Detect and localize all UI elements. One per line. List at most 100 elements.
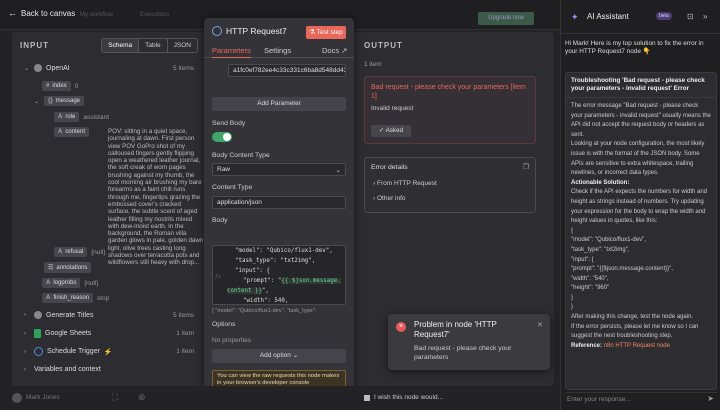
code-line: "prompt": "{{ $json.message. (243, 278, 341, 284)
view-tabs: Schema Table JSON (101, 38, 198, 53)
item-count: 1 item (176, 330, 194, 337)
tab-parameters[interactable]: Parameters (212, 46, 251, 58)
variables-label: Variables and context (34, 366, 101, 373)
workflow-name: My workflow (80, 12, 114, 18)
beta-badge: beta (656, 12, 672, 20)
assistant-title: AI Assistant (587, 12, 629, 21)
close-icon[interactable]: ✕ (537, 321, 543, 329)
field-finish-reason[interactable]: Afinish_reason stop (42, 293, 109, 303)
input-panel: INPUT Schema Table JSON ⌄ OpenAI 5 items… (12, 32, 204, 386)
chevron-right-icon: › (373, 195, 376, 202)
chevron-right-icon: › (24, 312, 26, 318)
content-type-label: Content Type (212, 184, 253, 191)
field-annotations[interactable]: ☰ annotations (44, 262, 92, 273)
tab-schema[interactable]: Schema (102, 39, 140, 52)
send-body-toggle[interactable] (212, 132, 232, 142)
no-properties-text: No properties (212, 337, 252, 344)
error-title: Bad request - please check your paramete… (371, 84, 526, 100)
field-message[interactable]: ⌄ {} message (34, 96, 85, 106)
body-editor[interactable]: ƒx "model": "Qubico/flux1-dev", "task_ty… (212, 245, 346, 305)
output-title: OUTPUT (364, 41, 403, 50)
details-row-label: Other info (376, 195, 406, 202)
ai-assistant-panel: ✦ AI Assistant beta ⊡ » Hi Mark! Here is… (560, 0, 720, 410)
clock-icon (34, 347, 43, 356)
add-parameter-button[interactable]: Add Parameter (212, 97, 346, 111)
field-key: content (65, 129, 86, 135)
body-preview: { "model": "Qubico/flux1-dev", "task_typ… (212, 308, 317, 314)
check-icon: ✓ (378, 127, 385, 134)
error-icon: × (396, 322, 406, 332)
details-row-other-info[interactable]: › Other info (373, 195, 406, 202)
zoom-in-icon[interactable]: ⊕ (138, 392, 146, 403)
arrow-left-icon: ← (8, 8, 17, 18)
lightning-icon: ⚡ (103, 348, 113, 356)
solution-label: Actionable Solution: (571, 179, 630, 186)
node-label: Schedule Trigger (47, 348, 100, 355)
body-content-type-select[interactable]: Raw ⌄ (212, 163, 346, 176)
output-item-count: 1 item (364, 61, 382, 68)
field-key: logprobs (53, 280, 77, 286)
node-row-openai[interactable]: ⌄ OpenAI (24, 64, 70, 72)
solution-card: Troubleshooting 'Bad request - please ch… (565, 72, 717, 390)
object-type-icon: {} (48, 98, 53, 104)
field-content[interactable]: Acontent (54, 127, 90, 137)
node-row-generate-titles[interactable]: › Generate Titles (24, 311, 93, 319)
send-icon[interactable]: ➤ (707, 394, 714, 403)
field-refusal[interactable]: Arefusal [null] (54, 247, 105, 257)
add-option-button[interactable]: Add option ⌄ (212, 349, 346, 363)
options-label: Options (212, 321, 236, 328)
assistant-input[interactable]: Enter your response... (565, 392, 717, 406)
tab-json[interactable]: JSON (168, 39, 197, 52)
content-value: POV: sitting in a quiet space, journalin… (108, 128, 204, 267)
upgrade-button[interactable]: Upgrade now (478, 12, 534, 25)
toast-title: Problem in node 'HTTP Request7' (414, 320, 497, 339)
asked-button[interactable]: ✓ Asked (371, 125, 411, 137)
copy-icon[interactable]: ❐ (523, 163, 529, 171)
openai-icon (34, 311, 42, 319)
field-key: message (55, 98, 81, 104)
settings-tabs: Parameters Settings Docs ↗ (204, 44, 354, 58)
details-row-from-http[interactable]: › From HTTP Request (373, 180, 437, 187)
chevron-down-icon: ⌄ (335, 167, 341, 174)
back-to-canvas-button[interactable]: ← Back to canvas (8, 8, 75, 18)
variables-context-row[interactable]: › Variables and context (24, 366, 101, 373)
details-title: Error details (371, 164, 408, 171)
url-field[interactable]: a1fc0ef782ee4c33c331c6ba8d548dd43 (228, 64, 346, 77)
node-row-google-sheets[interactable]: › Google Sheets (24, 329, 91, 338)
chevron-down-icon: ⌄ (24, 65, 30, 72)
chevron-down-icon: ⌄ (34, 98, 40, 105)
test-step-button[interactable]: ⚗ Test step (306, 26, 346, 39)
field-value: [null] (91, 248, 106, 256)
code-line: "task_type": "txt2img", (235, 258, 316, 264)
tab-settings[interactable]: Settings (264, 46, 291, 55)
string-type-icon: A (58, 114, 63, 120)
field-index[interactable]: # index 0 (42, 81, 78, 91)
reference-link[interactable]: n8n HTTP Request node (604, 343, 670, 349)
node-label: Google Sheets (45, 330, 92, 337)
content-type-field[interactable]: application/json (212, 196, 346, 209)
input-title: INPUT (20, 41, 49, 50)
feedback-icon (364, 395, 370, 401)
node-title-text[interactable]: HTTP Request7 (226, 26, 287, 36)
feedback-link[interactable]: I wish this node would... (374, 394, 443, 401)
avatar[interactable] (12, 393, 22, 403)
tab-docs[interactable]: Docs ↗ (322, 46, 347, 55)
fx-icon: ƒx (215, 274, 221, 280)
field-role[interactable]: Arole assistant (54, 112, 109, 122)
body-content-type-label: Body Content Type (212, 152, 270, 159)
error-toast: × Problem in node 'HTTP Request7' Bad re… (388, 314, 550, 370)
string-type-icon: A (58, 249, 63, 255)
send-body-label: Send Body (212, 120, 246, 127)
field-value: stop (97, 294, 110, 302)
fit-view-icon[interactable]: ⛶ (112, 392, 118, 403)
code-line: "model": "Qubico/flux1-dev", (235, 248, 333, 254)
collapse-icon[interactable]: » (703, 12, 707, 21)
code-line: content }}", (227, 288, 269, 294)
field-key: role (65, 114, 76, 120)
node-title: HTTP Request7 (212, 26, 287, 36)
field-logprobs[interactable]: Alogprobs [null] (42, 278, 98, 288)
new-chat-icon[interactable]: ⊡ (687, 12, 694, 21)
body-label: Body (212, 217, 228, 224)
node-row-schedule-trigger[interactable]: › Schedule Trigger ⚡ (24, 347, 113, 356)
tab-table[interactable]: Table (139, 39, 168, 52)
